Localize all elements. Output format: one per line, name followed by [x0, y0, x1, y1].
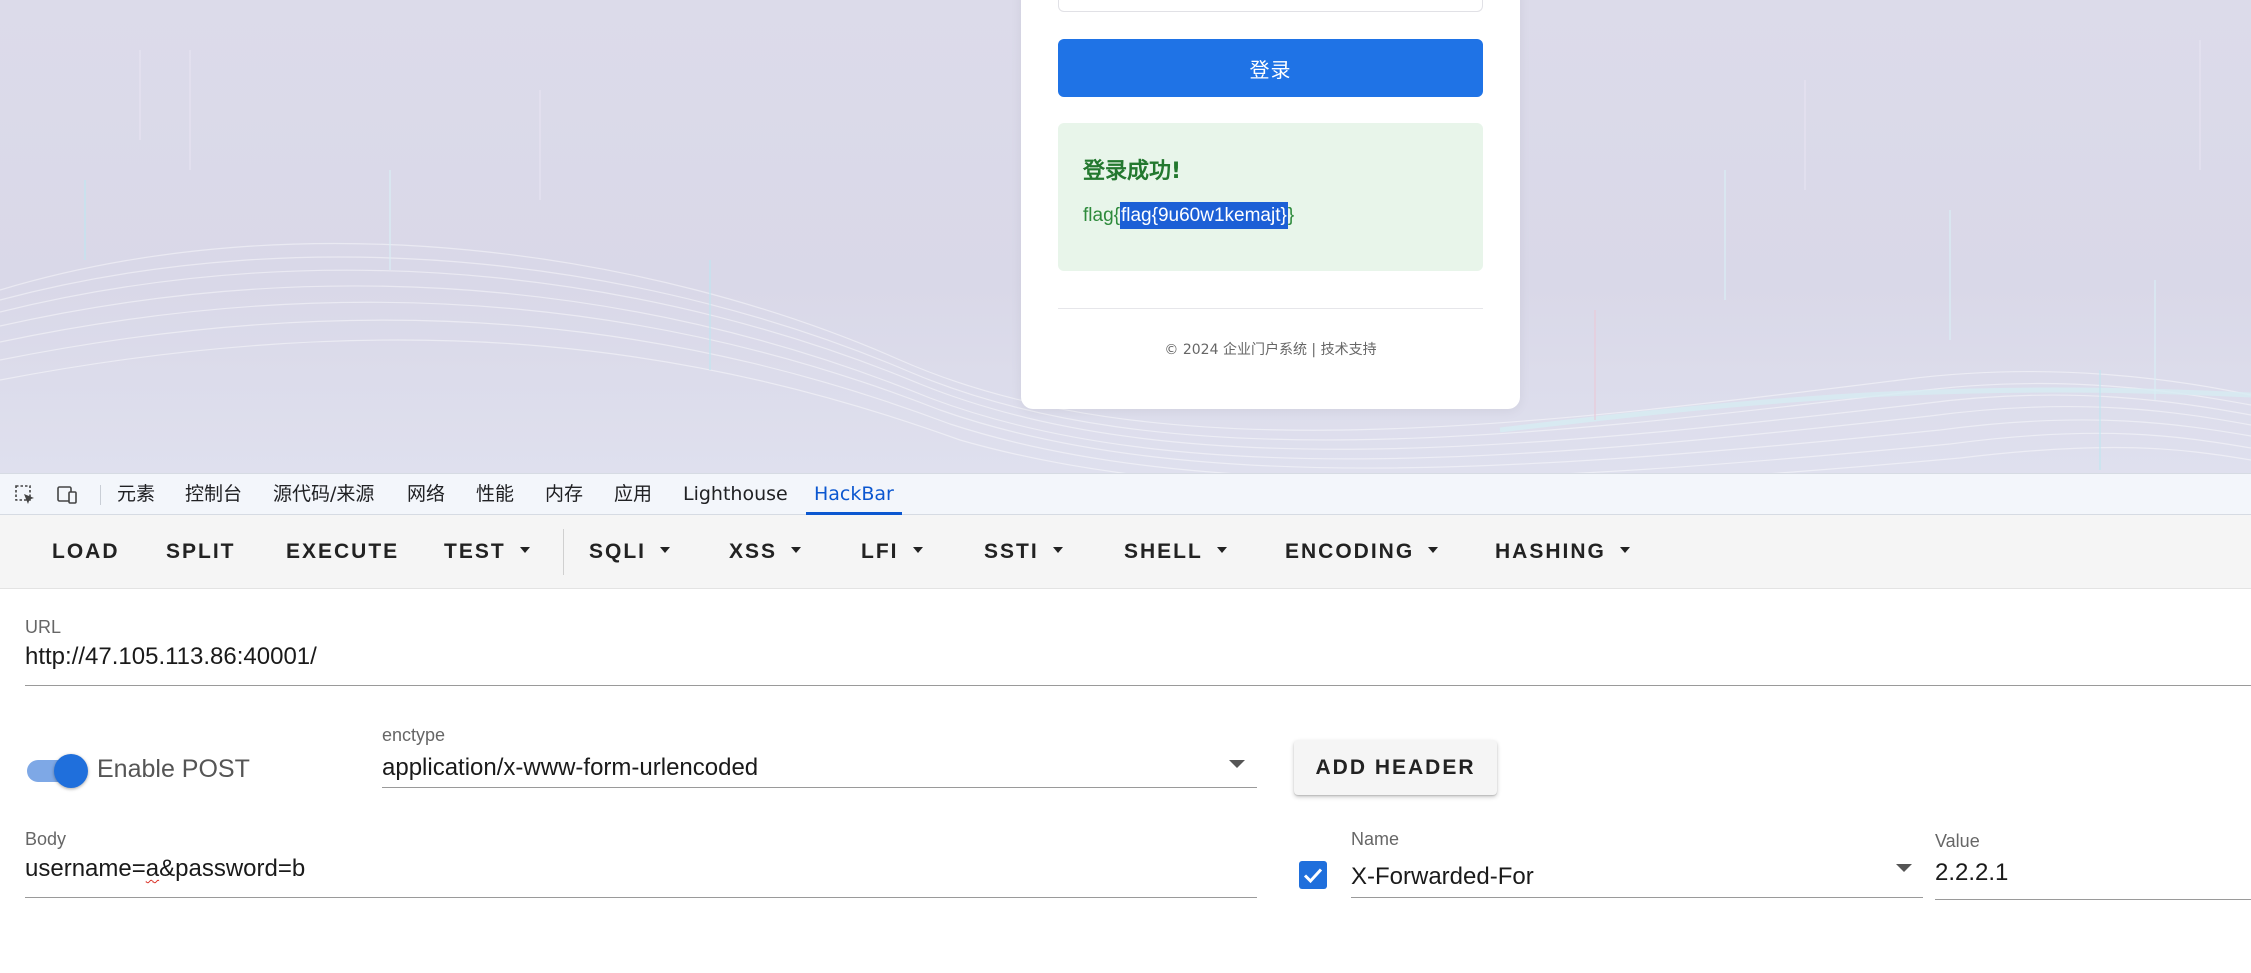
header-name-label: Name: [1351, 829, 1400, 849]
url-label: URL: [25, 617, 62, 637]
shell-menu-button[interactable]: SHELL: [1124, 515, 1227, 589]
spellcheck-word: a: [145, 855, 160, 882]
body-underline: [25, 897, 1257, 898]
body-input[interactable]: username=a&password=b: [25, 855, 305, 883]
url-input[interactable]: http://47.105.113.86:40001/: [25, 643, 317, 671]
sqli-menu-label: SQLI: [589, 540, 647, 563]
enctype-select[interactable]: application/x-www-form-urlencoded: [382, 754, 758, 782]
header-name-underline: [1351, 897, 1923, 898]
execute-button[interactable]: EXECUTE: [286, 515, 399, 589]
flag-selected-text: flag{9u60w1kemajt}: [1119, 202, 1288, 229]
hashing-menu-label: HASHING: [1495, 540, 1606, 563]
enctype-underline: [382, 787, 1257, 788]
encoding-menu-button[interactable]: ENCODING: [1285, 515, 1439, 589]
hashing-menu-button[interactable]: HASHING: [1495, 515, 1630, 589]
xss-menu-button[interactable]: XSS: [729, 515, 802, 589]
header-value-input[interactable]: 2.2.2.1: [1935, 859, 2008, 887]
login-card: 登录 登录成功! flag{flag{9u60w1kemajt}} © 2024…: [1021, 0, 1520, 409]
load-button-label: LOAD: [52, 540, 120, 563]
header-value-underline: [1935, 899, 2251, 900]
lfi-menu-label: LFI: [861, 540, 899, 563]
ssti-menu-label: SSTI: [984, 540, 1039, 563]
flag-prefix: flag{: [1083, 205, 1120, 226]
caret-down-icon: [1428, 547, 1439, 554]
body-label: Body: [25, 829, 67, 849]
card-divider: [1058, 308, 1483, 309]
enable-post-label: Enable POST: [97, 755, 250, 783]
device-toolbar-icon[interactable]: [56, 484, 78, 506]
tab-performance[interactable]: 性能: [476, 474, 514, 515]
split-button[interactable]: SPLIT: [166, 515, 236, 589]
tab-memory[interactable]: 内存: [545, 474, 583, 515]
tab-hackbar[interactable]: HackBar: [806, 474, 902, 515]
flag-suffix: }: [1287, 205, 1295, 226]
tab-sources[interactable]: 源代码/来源: [273, 474, 374, 515]
enctype-label: enctype: [382, 725, 446, 745]
url-underline: [25, 685, 2251, 686]
caret-down-icon: [1216, 547, 1227, 554]
enctype-dropdown-icon[interactable]: [1229, 760, 1245, 768]
add-header-button[interactable]: ADD HEADER: [1294, 740, 1497, 795]
execute-button-label: EXECUTE: [286, 540, 400, 563]
caret-down-icon: [660, 547, 671, 554]
lfi-menu-button[interactable]: LFI: [861, 515, 923, 589]
tab-network[interactable]: 网络: [407, 474, 445, 515]
success-message-box: 登录成功! flag{flag{9u60w1kemajt}}: [1058, 123, 1483, 271]
caret-down-icon: [791, 547, 802, 554]
tab-console[interactable]: 控制台: [185, 474, 242, 515]
toolbar-separator: [563, 529, 564, 575]
tab-elements[interactable]: 元素: [117, 474, 155, 515]
card-footer: © 2024 企业门户系统 | 技术支持: [1164, 342, 1377, 358]
shell-menu-label: SHELL: [1124, 540, 1203, 563]
encoding-menu-label: ENCODING: [1285, 540, 1415, 563]
checkmark-icon: [1303, 868, 1323, 884]
tab-lighthouse[interactable]: Lighthouse: [683, 474, 788, 515]
hackbar-toolbar: LOAD SPLIT EXECUTE TEST SQLI XSS LFI SST…: [0, 515, 2251, 589]
body-text-2: &password=b: [159, 855, 306, 882]
load-button[interactable]: LOAD: [52, 515, 120, 589]
login-button[interactable]: 登录: [1058, 39, 1483, 97]
ssti-menu-button[interactable]: SSTI: [984, 515, 1063, 589]
test-menu-label: TEST: [444, 540, 506, 563]
inspect-element-icon[interactable]: [14, 484, 36, 506]
split-button-label: SPLIT: [166, 540, 236, 563]
xss-menu-label: XSS: [729, 540, 778, 563]
devtools-tab-bar: 元素 控制台 源代码/来源 网络 性能 内存 应用 Lighthouse Hac…: [0, 473, 2251, 515]
devtools-separator: [100, 485, 101, 505]
caret-down-icon: [912, 547, 923, 554]
header-enabled-checkbox[interactable]: [1299, 861, 1327, 889]
success-title: 登录成功!: [1083, 159, 1182, 184]
tab-application[interactable]: 应用: [614, 474, 652, 515]
header-name-dropdown-icon[interactable]: [1896, 864, 1912, 872]
flag-text: flag{flag{9u60w1kemajt}}: [1083, 202, 1295, 229]
header-value-label: Value: [1935, 831, 1980, 851]
sqli-menu-button[interactable]: SQLI: [589, 515, 671, 589]
enable-post-toggle-thumb[interactable]: [54, 754, 88, 788]
caret-down-icon: [519, 547, 530, 554]
caret-down-icon: [1052, 547, 1063, 554]
body-text-1: username=: [25, 855, 146, 882]
test-menu-button[interactable]: TEST: [444, 515, 530, 589]
header-name-select[interactable]: X-Forwarded-For: [1351, 863, 1534, 891]
caret-down-icon: [1619, 547, 1630, 554]
webpage-viewport: 登录 登录成功! flag{flag{9u60w1kemajt}} © 2024…: [0, 0, 2251, 473]
password-input[interactable]: [1058, 0, 1483, 12]
